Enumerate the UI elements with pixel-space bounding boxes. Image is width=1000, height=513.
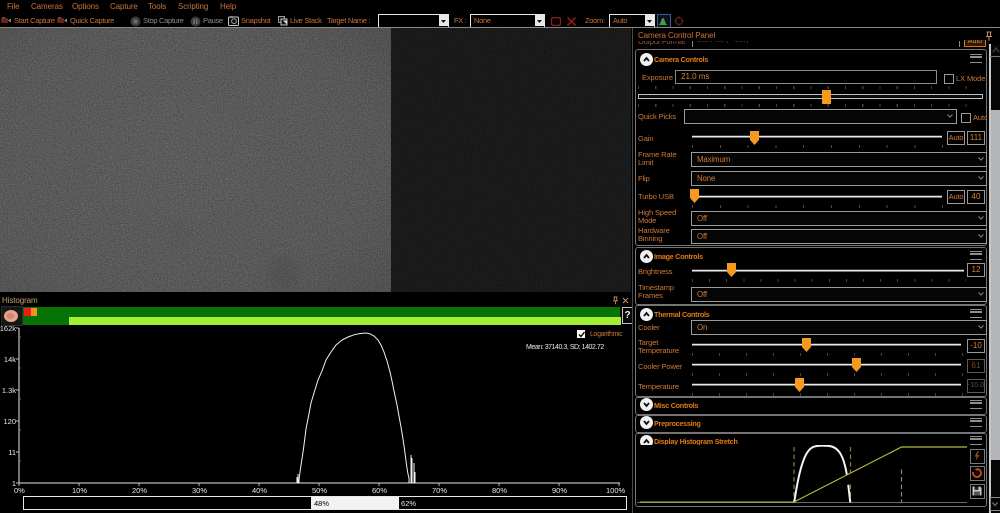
- svg-text:100%: 100%: [606, 486, 626, 495]
- svg-text:40%: 40%: [252, 486, 267, 495]
- svg-text:120: 120: [3, 417, 16, 426]
- svg-text:70%: 70%: [432, 486, 447, 495]
- svg-text:80%: 80%: [492, 486, 507, 495]
- svg-text:11: 11: [8, 448, 16, 457]
- svg-text:30%: 30%: [192, 486, 207, 495]
- svg-text:60%: 60%: [372, 486, 387, 495]
- svg-text:10%: 10%: [72, 486, 87, 495]
- svg-text:50%: 50%: [312, 486, 327, 495]
- svg-text:0%: 0%: [14, 486, 25, 495]
- svg-text:162k: 162k: [0, 325, 16, 333]
- svg-text:1.3k: 1.3k: [2, 386, 16, 395]
- svg-text:90%: 90%: [552, 486, 567, 495]
- svg-text:14k: 14k: [4, 355, 16, 364]
- svg-text:20%: 20%: [132, 486, 147, 495]
